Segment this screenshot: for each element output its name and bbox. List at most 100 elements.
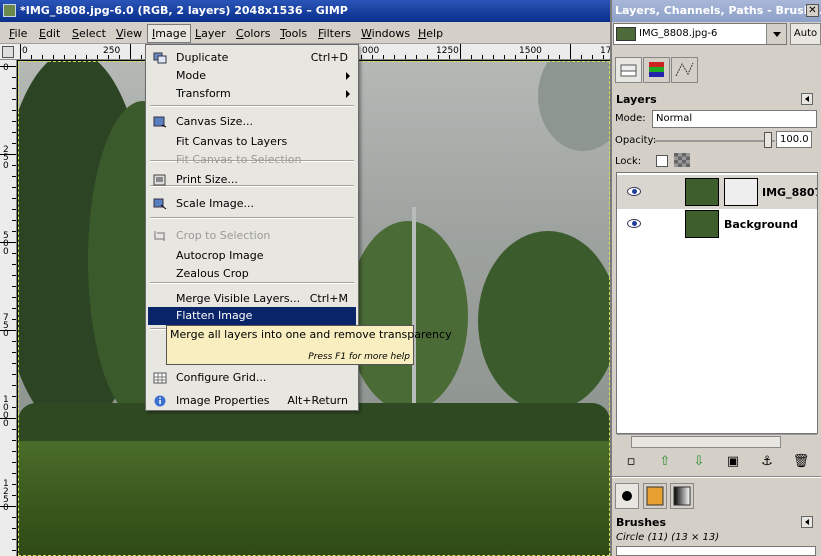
menu-tools[interactable]: Tools: [276, 25, 311, 42]
menu-item-fit-canvas-to-layers[interactable]: Fit Canvas to Layers: [148, 133, 356, 151]
ruler-label: 1750: [600, 46, 610, 56]
ruler-tick: [12, 275, 16, 276]
menu-item-label: Duplicate: [176, 51, 229, 64]
menu-label: mage: [155, 27, 187, 40]
tab-channels[interactable]: [643, 57, 670, 83]
ruler-label: 1500: [519, 46, 542, 56]
opacity-slider-handle[interactable]: [764, 132, 772, 148]
ruler-tick: [12, 198, 16, 199]
menu-item-merge-visible-layers[interactable]: Merge Visible Layers... Ctrl+M: [148, 290, 356, 308]
menu-item-mode[interactable]: Mode: [148, 67, 356, 85]
chevron-down-icon[interactable]: [766, 24, 786, 44]
menu-windows[interactable]: Windows: [357, 25, 414, 42]
scrollbar-thumb[interactable]: [631, 436, 781, 448]
menu-edit[interactable]: Edit: [35, 25, 64, 42]
tab-gradients[interactable]: [670, 483, 694, 509]
opacity-slider-track: [655, 140, 775, 142]
menu-file[interactable]: File: [5, 25, 31, 42]
layer-thumbnail[interactable]: [685, 210, 719, 238]
tab-brushes[interactable]: [615, 483, 639, 509]
menu-item-fit-canvas-to-selection[interactable]: Fit Canvas to Selection: [148, 151, 356, 169]
ruler-tick: [12, 473, 16, 474]
menu-select[interactable]: Select: [68, 25, 110, 42]
mode-label: Mode:: [615, 113, 646, 124]
triangle-left-icon: [805, 519, 809, 525]
panel-menu-button[interactable]: [801, 93, 813, 105]
eye-icon[interactable]: [627, 187, 641, 196]
ruler-tick: [12, 550, 16, 551]
raise-layer-icon[interactable]: ⇧: [656, 453, 674, 471]
menu-item-shortcut: Alt+Return: [287, 394, 348, 407]
ruler-label: 500: [3, 231, 9, 257]
duplicate-layer-icon[interactable]: ▣: [724, 453, 742, 471]
info-icon: [153, 395, 167, 407]
anchor-layer-icon[interactable]: ⚓: [758, 453, 776, 471]
ruler-tick: [12, 110, 16, 111]
menu-item-flatten-image[interactable]: Flatten Image: [148, 307, 356, 325]
quick-mask-toggle[interactable]: [2, 46, 14, 58]
menu-help[interactable]: Help: [414, 25, 447, 42]
lock-alpha-icon[interactable]: [674, 153, 690, 167]
brush-dot-icon: [622, 491, 632, 501]
menu-item-label: Configure Grid...: [176, 371, 267, 384]
menu-item-duplicate[interactable]: Duplicate Ctrl+D: [148, 49, 356, 67]
delete-layer-icon[interactable]: 🗑: [792, 453, 810, 471]
menu-item-label: Transform: [176, 87, 231, 100]
menu-item-zealous-crop[interactable]: Zealous Crop: [148, 265, 356, 283]
ruler-tick: [12, 209, 16, 210]
menu-label: iew: [123, 27, 143, 40]
gimp-screen: *IMG_8808.jpg-6.0 (RGB, 2 layers) 2048x1…: [0, 0, 821, 556]
ruler-tick: [12, 363, 16, 364]
menu-label: ools: [284, 27, 308, 40]
tab-paths[interactable]: [671, 57, 698, 83]
ruler-tick: [548, 55, 549, 59]
layer-row[interactable]: Background: [617, 207, 817, 241]
menu-item-transform[interactable]: Transform: [148, 85, 356, 103]
menu-item-scale-image[interactable]: Scale Image...: [148, 195, 356, 213]
menu-filters[interactable]: Filters: [314, 25, 355, 42]
menu-image[interactable]: Image: [147, 24, 192, 43]
ruler-tick: [12, 132, 16, 133]
auto-button[interactable]: Auto: [790, 23, 821, 45]
brush-name: Circle (11) (13 × 13): [616, 532, 720, 543]
eye-icon[interactable]: [627, 219, 641, 228]
ruler-tick: [12, 495, 16, 496]
dock-separator: [612, 476, 821, 478]
layers-list[interactable]: IMG_8807 Background: [616, 172, 818, 434]
menu-item-print-size[interactable]: Print Size...: [148, 171, 356, 189]
layers-tab-icon: [620, 64, 637, 77]
menu-view[interactable]: View: [112, 25, 146, 42]
menu-layer[interactable]: Layer: [191, 25, 230, 42]
brush-grid[interactable]: [616, 546, 816, 556]
menu-item-autocrop-image[interactable]: Autocrop Image: [148, 247, 356, 265]
tab-patterns[interactable]: [643, 483, 667, 509]
menu-item-configure-grid[interactable]: Configure Grid...: [148, 369, 356, 387]
lower-layer-icon[interactable]: ⇩: [690, 453, 708, 471]
layer-row[interactable]: IMG_8807: [617, 175, 817, 209]
layer-thumbnail[interactable]: [685, 178, 719, 206]
dock-close-button[interactable]: ✕: [806, 4, 819, 17]
layer-name[interactable]: IMG_8807: [762, 186, 817, 199]
ruler-tick: [394, 55, 395, 59]
tab-layers[interactable]: [615, 57, 642, 83]
brushes-menu-button[interactable]: [801, 516, 813, 528]
menubar: File Edit Select View Image Layer Colors Tools F…: [0, 22, 610, 44]
menu-label: elp: [426, 27, 444, 40]
lock-checkbox[interactable]: [656, 155, 668, 167]
mode-select[interactable]: Normal: [652, 110, 817, 128]
menu-item-image-properties[interactable]: Image Properties Alt+Return: [148, 392, 356, 410]
ruler-tick: [20, 44, 21, 59]
opacity-input[interactable]: 100.0: [776, 131, 812, 148]
menu-item-canvas-size[interactable]: Canvas Size...: [148, 113, 356, 131]
ruler-tick: [559, 55, 560, 59]
image-selector[interactable]: IMG_8808.jpg-6: [613, 23, 787, 45]
layer-mask-thumbnail[interactable]: [724, 178, 758, 206]
layer-name[interactable]: Background: [724, 218, 798, 231]
ruler-tick: [12, 286, 16, 287]
vertical-ruler[interactable]: 0 250 500 750 1000 1250: [0, 60, 17, 556]
new-layer-icon[interactable]: ▫: [622, 453, 640, 471]
menu-item-crop-to-selection[interactable]: Crop to Selection: [148, 227, 356, 245]
menu-colors[interactable]: Colors: [232, 25, 274, 42]
layers-scrollbar[interactable]: [617, 434, 817, 449]
ruler-tick: [75, 55, 76, 59]
